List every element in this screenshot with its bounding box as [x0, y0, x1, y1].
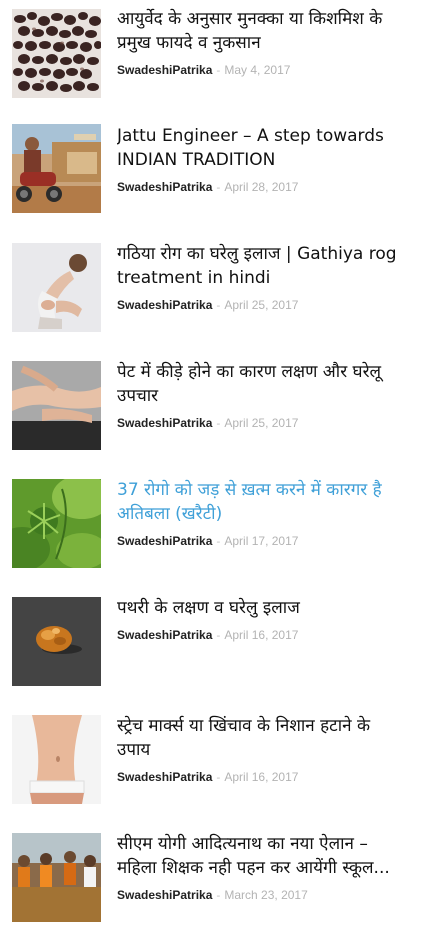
- article-title[interactable]: पथरी के लक्षण व घरेलु इलाज: [117, 596, 429, 620]
- article-title[interactable]: 37 रोगो को जड़ से ख़त्म करने में कारगर ह…: [117, 478, 429, 526]
- article-title[interactable]: स्ट्रेच मार्क्स या खिंचाव के निशान हटाने…: [117, 714, 429, 762]
- article-thumbnail[interactable]: [12, 479, 101, 568]
- article-thumbnail[interactable]: [12, 715, 101, 804]
- article-meta: SwadeshiPatrika - April 16, 2017: [117, 628, 298, 643]
- article-title-line: पथरी के लक्षण व घरेलु इलाज: [117, 598, 300, 618]
- article-date: May 4, 2017: [224, 63, 291, 77]
- article-meta: SwadeshiPatrika - April 28, 2017: [117, 180, 298, 195]
- article-meta: SwadeshiPatrika - April 17, 2017: [117, 534, 298, 549]
- waist-image: [12, 715, 101, 804]
- stomach-ache-image: [12, 361, 101, 450]
- article-meta: SwadeshiPatrika - April 25, 2017: [117, 298, 298, 313]
- article-item[interactable]: गठिया रोग का घरेलु इलाज | Gathiya rog tr…: [0, 236, 438, 346]
- article-title-line: treatment in hindi: [117, 268, 271, 288]
- article-author[interactable]: SwadeshiPatrika: [117, 180, 212, 194]
- article-meta: SwadeshiPatrika - May 4, 2017: [117, 63, 290, 78]
- article-item[interactable]: पेट में कीड़े होने का कारण लक्षण और घरेल…: [0, 354, 438, 464]
- article-date: April 17, 2017: [224, 534, 299, 548]
- article-thumbnail[interactable]: [12, 9, 101, 98]
- article-date: April 16, 2017: [224, 628, 299, 642]
- article-author[interactable]: SwadeshiPatrika: [117, 534, 212, 548]
- kidney-stone-image: [12, 597, 101, 686]
- article-title-line: सीएम योगी आदित्यनाथ का नया ऐलान –: [117, 834, 368, 854]
- article-thumbnail[interactable]: [12, 361, 101, 450]
- article-thumbnail[interactable]: [12, 597, 101, 686]
- meta-separator: -: [216, 771, 221, 784]
- meta-separator: -: [216, 64, 221, 77]
- article-item[interactable]: पथरी के लक्षण व घरेलु इलाज SwadeshiPatri…: [0, 590, 438, 700]
- meta-separator: -: [216, 889, 221, 902]
- knee-pain-image: [12, 243, 101, 332]
- article-title-line: Jattu Engineer – A step towards: [117, 126, 384, 146]
- article-date: April 28, 2017: [224, 180, 299, 194]
- meta-separator: -: [216, 535, 221, 548]
- crowd-image: [12, 833, 101, 922]
- article-author[interactable]: SwadeshiPatrika: [117, 770, 212, 784]
- article-title[interactable]: सीएम योगी आदित्यनाथ का नया ऐलान – महिला …: [117, 832, 429, 880]
- meta-separator: -: [216, 181, 221, 194]
- article-title-line: महिला शिक्षक नही पहन कर आयेंगी स्कूल...: [117, 858, 390, 878]
- meta-separator: -: [216, 417, 221, 430]
- article-title-line: गठिया रोग का घरेलु इलाज | Gathiya rog: [117, 244, 397, 264]
- article-date: April 25, 2017: [224, 298, 299, 312]
- article-author[interactable]: SwadeshiPatrika: [117, 416, 212, 430]
- article-item[interactable]: स्ट्रेच मार्क्स या खिंचाव के निशान हटाने…: [0, 708, 438, 818]
- article-meta: SwadeshiPatrika - April 16, 2017: [117, 770, 298, 785]
- article-title-line: स्ट्रेच मार्क्स या खिंचाव के निशान हटाने…: [117, 716, 371, 736]
- raisins-image: [12, 9, 101, 98]
- article-date: April 25, 2017: [224, 416, 299, 430]
- article-title[interactable]: Jattu Engineer – A step towards INDIAN T…: [117, 124, 429, 172]
- article-title-line: पेट में कीड़े होने का कारण लक्षण और घरेल…: [117, 362, 382, 382]
- article-list: आयुर्वेद के अनुसार मुनक्का या किशमिश के …: [0, 0, 438, 922]
- article-date: April 16, 2017: [224, 770, 299, 784]
- article-item[interactable]: Jattu Engineer – A step towards INDIAN T…: [0, 118, 438, 228]
- article-meta: SwadeshiPatrika - March 23, 2017: [117, 888, 308, 903]
- article-title-line: उपाय: [117, 740, 151, 760]
- article-item[interactable]: सीएम योगी आदित्यनाथ का नया ऐलान – महिला …: [0, 826, 438, 936]
- article-thumbnail[interactable]: [12, 124, 101, 213]
- meta-separator: -: [216, 629, 221, 642]
- article-title-line: अतिबला (खरैटी): [117, 504, 223, 524]
- article-author[interactable]: SwadeshiPatrika: [117, 298, 212, 312]
- article-title-line: आयुर्वेद के अनुसार मुनक्का या किशमिश के: [117, 9, 383, 29]
- article-title[interactable]: पेट में कीड़े होने का कारण लक्षण और घरेल…: [117, 360, 429, 408]
- article-item[interactable]: आयुर्वेद के अनुसार मुनक्का या किशमिश के …: [0, 0, 438, 110]
- meta-separator: -: [216, 299, 221, 312]
- article-item[interactable]: 37 रोगो को जड़ से ख़त्म करने में कारगर ह…: [0, 472, 438, 582]
- article-thumbnail[interactable]: [12, 243, 101, 332]
- article-author[interactable]: SwadeshiPatrika: [117, 63, 212, 77]
- article-title-line: INDIAN TRADITION: [117, 150, 276, 170]
- article-meta: SwadeshiPatrika - April 25, 2017: [117, 416, 298, 431]
- movie-poster-image: [12, 124, 101, 213]
- article-title[interactable]: आयुर्वेद के अनुसार मुनक्का या किशमिश के …: [117, 7, 429, 55]
- article-title-line: 37 रोगो को जड़ से ख़त्म करने में कारगर ह…: [117, 480, 382, 500]
- article-title[interactable]: गठिया रोग का घरेलु इलाज | Gathiya rog tr…: [117, 242, 429, 290]
- article-title-line: प्रमुख फायदे व नुकसान: [117, 33, 261, 53]
- atibala-plant-image: [12, 479, 101, 568]
- article-author[interactable]: SwadeshiPatrika: [117, 628, 212, 642]
- article-thumbnail[interactable]: [12, 833, 101, 922]
- article-title-line: उपचार: [117, 386, 159, 406]
